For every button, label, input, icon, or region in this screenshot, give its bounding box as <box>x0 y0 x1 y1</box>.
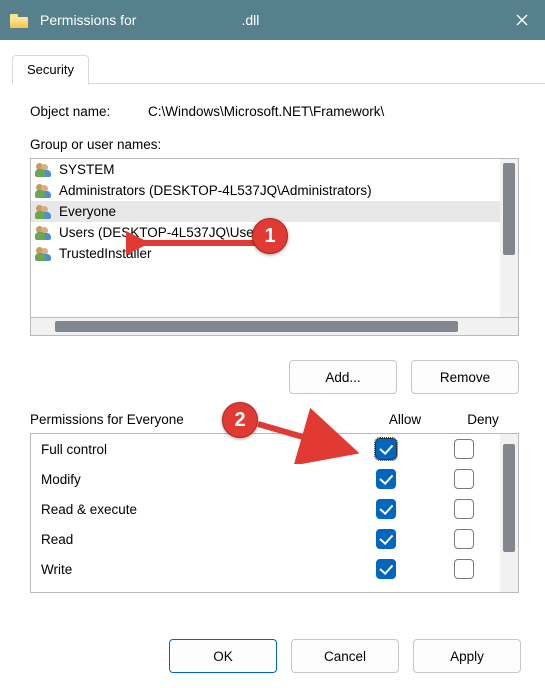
remove-button[interactable]: Remove <box>411 360 519 394</box>
object-name-value: C:\Windows\Microsoft.NET\Framework\ <box>148 104 384 119</box>
list-item[interactable]: TrustedInstaller <box>31 243 500 264</box>
list-item-label: SYSTEM <box>59 162 115 177</box>
list-item-label: Users (DESKTOP-4L537JQ\Users) <box>59 225 270 240</box>
deny-column-header: Deny <box>447 412 519 427</box>
allow-checkbox[interactable] <box>376 439 396 459</box>
allow-column-header: Allow <box>363 412 447 427</box>
title-filename: .dll <box>242 12 260 28</box>
list-item[interactable]: SYSTEM <box>31 159 500 180</box>
list-item-label: Administrators (DESKTOP-4L537JQ\Administ… <box>59 183 372 198</box>
vertical-scrollbar[interactable] <box>500 434 518 592</box>
title-bar: Permissions for .dll <box>0 0 545 40</box>
deny-checkbox[interactable] <box>454 499 474 519</box>
users-icon <box>35 247 53 261</box>
permission-name: Read & execute <box>41 502 344 517</box>
permission-name: Read <box>41 532 344 547</box>
list-item[interactable]: Administrators (DESKTOP-4L537JQ\Administ… <box>31 180 500 201</box>
permission-name: Modify <box>41 472 344 487</box>
ok-button[interactable]: OK <box>169 639 277 673</box>
object-name-row: Object name: C:\Windows\Microsoft.NET\Fr… <box>30 104 519 119</box>
permissions-list: Full control Modify Read & execute Read Writ… <box>30 433 519 593</box>
allow-checkbox[interactable] <box>376 559 396 579</box>
list-item[interactable]: Everyone <box>31 201 500 222</box>
users-icon <box>35 226 53 240</box>
permission-row: Full control <box>31 434 500 464</box>
permission-name: Write <box>41 562 344 577</box>
groups-listbox[interactable]: SYSTEM Administrators (DESKTOP-4L537JQ\Ad… <box>30 158 519 318</box>
folder-icon <box>10 12 30 28</box>
cancel-button[interactable]: Cancel <box>291 639 399 673</box>
dialog-button-row: OK Cancel Apply <box>0 624 545 688</box>
vertical-scrollbar[interactable] <box>500 159 518 317</box>
deny-checkbox[interactable] <box>454 439 474 459</box>
add-button[interactable]: Add... <box>289 360 397 394</box>
permission-row: Read <box>31 524 500 554</box>
list-item-label: TrustedInstaller <box>59 246 152 261</box>
deny-checkbox[interactable] <box>454 469 474 489</box>
deny-checkbox[interactable] <box>454 559 474 579</box>
tab-strip: Security <box>12 54 545 84</box>
window-title: Permissions for .dll <box>40 12 499 28</box>
users-icon <box>35 205 53 219</box>
object-name-label: Object name: <box>30 104 148 119</box>
permission-row: Read & execute <box>31 494 500 524</box>
permissions-title: Permissions for Everyone <box>30 412 363 427</box>
permission-row: Write <box>31 554 500 584</box>
groups-label: Group or user names: <box>30 137 519 152</box>
tab-security[interactable]: Security <box>12 55 89 85</box>
permissions-header: Permissions for Everyone Allow Deny <box>30 412 519 427</box>
permission-row: Modify <box>31 464 500 494</box>
close-button[interactable] <box>499 0 545 40</box>
allow-checkbox[interactable] <box>376 499 396 519</box>
title-prefix: Permissions for <box>40 12 136 28</box>
users-icon <box>35 163 53 177</box>
horizontal-scrollbar[interactable] <box>30 318 519 336</box>
permission-name: Full control <box>41 442 344 457</box>
close-icon <box>516 14 528 26</box>
allow-checkbox[interactable] <box>376 469 396 489</box>
apply-button[interactable]: Apply <box>413 639 521 673</box>
users-icon <box>35 184 53 198</box>
allow-checkbox[interactable] <box>376 529 396 549</box>
deny-checkbox[interactable] <box>454 529 474 549</box>
list-item-label: Everyone <box>59 204 116 219</box>
list-item[interactable]: Users (DESKTOP-4L537JQ\Users) <box>31 222 500 243</box>
